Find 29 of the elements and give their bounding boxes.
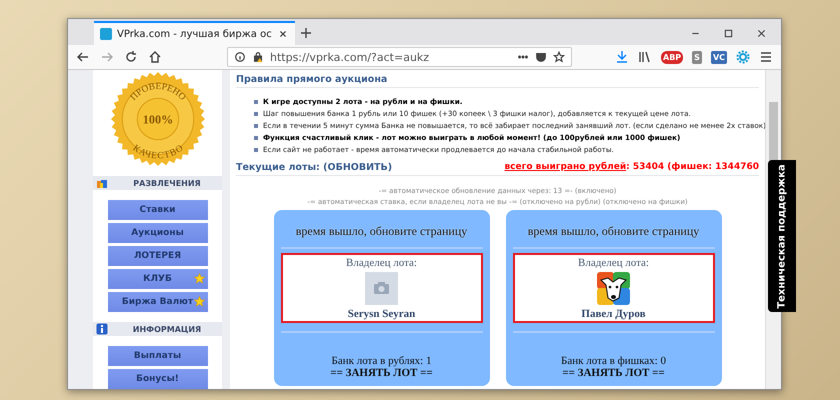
total-won-value: : 53404 (фишек: 1344760	[626, 162, 759, 173]
lots-heading: Текущие лоты: (ОБНОВИТЬ)	[236, 162, 392, 173]
owner-label: Владелец лота:	[578, 257, 649, 269]
take-lot-link[interactable]: == ЗАНЯТЬ ЛОТ ==	[562, 367, 665, 379]
extension-icon[interactable]: S	[692, 50, 702, 64]
section-title: ИНФОРМАЦИЯ	[132, 324, 202, 334]
menu-button[interactable]: Биржа Валют	[108, 292, 208, 312]
menu-button[interactable]: КЛУБ	[108, 269, 208, 289]
extension-icon[interactable]: ABP	[661, 50, 684, 64]
menu-button[interactable]: ЛОТЕРЕЯ	[108, 246, 208, 266]
rules-heading: Правила прямого аукциона	[236, 74, 759, 88]
owner-label: Владелец лота:	[346, 257, 417, 269]
lot-status: время вышло, обновите страницу	[296, 224, 468, 239]
total-won-link[interactable]: всего выиграно рублей	[504, 162, 626, 173]
lot-status: время вышло, обновите страницу	[528, 224, 700, 239]
address-field[interactable]: https://vprka.com/?act=aukz	[227, 47, 572, 67]
menu-button[interactable]: Бонусы!	[108, 369, 208, 389]
owner-name: Serysn Seyran	[348, 308, 416, 320]
menu-button[interactable]: Выплаты	[108, 346, 208, 366]
support-tab[interactable]: Техническая поддержка	[768, 160, 796, 312]
section-title: РАЗВЛЕЧЕНИЯ	[132, 178, 202, 188]
browser-tab[interactable]: VPrka.com - лучшая биржа ос	[94, 21, 295, 45]
menu-button[interactable]: Аукционы	[108, 223, 208, 243]
lot-bank: Банк лота в фишках: 0	[561, 355, 666, 367]
lot-bank: Банк лота в рублях: 1	[332, 355, 432, 367]
menu-button[interactable]: Ставки	[108, 200, 208, 220]
extension-icon[interactable]: VC	[710, 50, 727, 64]
take-lot-link[interactable]: == ЗАНЯТЬ ЛОТ ==	[330, 367, 433, 379]
owner-name: Павел Дуров	[581, 308, 646, 320]
